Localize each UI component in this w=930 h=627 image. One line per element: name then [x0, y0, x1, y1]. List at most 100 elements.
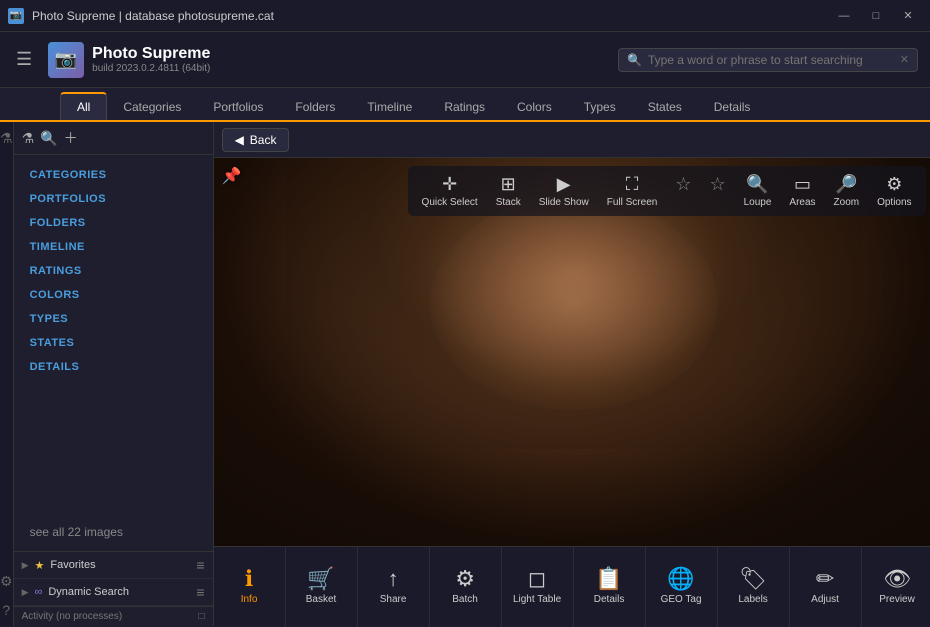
tab-categories[interactable]: Categories — [107, 94, 197, 120]
tab-states[interactable]: States — [632, 94, 698, 120]
sidebar-toolbar: ⚗ 🔍 ＋ — [14, 122, 213, 155]
options-tool[interactable]: ⚙ Options — [869, 170, 919, 212]
dynamic-search-link-icon: ∞ — [34, 586, 42, 598]
tab-portfolios[interactable]: Portfolios — [197, 94, 279, 120]
quick-select-tool[interactable]: ✛ Quick Select — [414, 170, 486, 212]
quick-select-label: Quick Select — [422, 197, 478, 208]
dynamic-search-menu-icon[interactable]: ≡ — [196, 584, 204, 600]
tab-timeline[interactable]: Timeline — [351, 94, 428, 120]
back-bar: ◀ Back — [214, 122, 930, 158]
fullscreen-icon: ⛶ — [626, 174, 639, 195]
preview-icon: 👁 — [883, 568, 911, 590]
sidebar-item-categories[interactable]: CATEGORIES — [14, 163, 213, 187]
preview-tool-button[interactable]: 👁 Preview — [862, 547, 930, 627]
sidebar-item-types[interactable]: TYPES — [14, 307, 213, 331]
tab-folders[interactable]: Folders — [279, 94, 351, 120]
stack-tool[interactable]: ⊞ Stack — [488, 170, 529, 212]
logo-icon: 📷 — [48, 42, 84, 78]
search-sidebar-button[interactable]: 🔍 — [40, 130, 57, 147]
light-table-icon: ◻ — [528, 568, 546, 590]
areas-tool[interactable]: ▭ Areas — [781, 170, 823, 212]
geo-tag-tool-button[interactable]: 🌐 GEO Tag — [646, 547, 718, 627]
minimize-button[interactable]: — — [830, 6, 858, 26]
rating1-icon: ☆ — [675, 174, 691, 195]
favorites-menu-icon[interactable]: ≡ — [196, 557, 204, 573]
filter-icon[interactable]: ⚗ — [0, 130, 13, 147]
sidebar: ⚗ 🔍 ＋ CATEGORIES PORTFOLIOS FOLDERS TIME… — [14, 122, 214, 626]
window-controls[interactable]: — □ ✕ — [830, 6, 922, 26]
favorites-label: Favorites — [50, 559, 95, 571]
rating2-icon: ☆ — [709, 174, 725, 195]
app-header: ☰ 📷 Photo Supreme build 2023.0.2.4811 (6… — [0, 32, 930, 88]
sidebar-item-colors[interactable]: COLORS — [14, 283, 213, 307]
back-label: Back — [250, 133, 277, 147]
title-bar: 📷 Photo Supreme | database photosupreme.… — [0, 0, 930, 32]
dynamic-search-item[interactable]: ▶ ∞ Dynamic Search ≡ — [14, 579, 213, 606]
left-icon-column: ⚗ ⚙ ? — [0, 122, 14, 626]
favorites-star-icon: ★ — [34, 559, 44, 572]
share-tool-button[interactable]: ↑ Share — [358, 547, 430, 627]
rating2-tool[interactable]: ☆ — [701, 170, 733, 212]
sidebar-item-states[interactable]: STATES — [14, 331, 213, 355]
portrait-image: 📌 ✛ Quick Select ⊞ Stack ▶ Slide Show — [214, 158, 930, 546]
add-button[interactable]: ＋ — [64, 128, 78, 148]
areas-icon: ▭ — [794, 174, 811, 195]
dynamic-search-label: Dynamic Search — [48, 586, 129, 598]
sidebar-item-details[interactable]: DETAILS — [14, 355, 213, 379]
tab-types[interactable]: Types — [568, 94, 632, 120]
window-title: Photo Supreme | database photosupreme.ca… — [32, 9, 274, 23]
sidebar-item-ratings[interactable]: RATINGS — [14, 259, 213, 283]
labels-tool-button[interactable]: 🏷 Labels — [718, 547, 790, 627]
tab-colors[interactable]: Colors — [501, 94, 568, 120]
share-icon: ↑ — [388, 568, 399, 590]
settings-icon[interactable]: ⚙ — [0, 573, 13, 590]
close-button[interactable]: ✕ — [894, 6, 922, 26]
sidebar-item-folders[interactable]: FOLDERS — [14, 211, 213, 235]
light-table-tool-button[interactable]: ◻ Light Table — [502, 547, 574, 627]
zoom-tool[interactable]: 🔎 Zoom — [826, 170, 868, 212]
fullscreen-tool[interactable]: ⛶ Full Screen — [599, 170, 666, 212]
search-clear-button[interactable]: ✕ — [900, 53, 909, 66]
sidebar-bottom: ▶ ★ Favorites ≡ ▶ ∞ Dynamic Search ≡ Act… — [14, 551, 213, 626]
search-input[interactable] — [648, 53, 894, 67]
preview-label: Preview — [879, 594, 915, 606]
tab-details[interactable]: Details — [698, 94, 767, 120]
adjust-label: Adjust — [811, 594, 839, 606]
help-icon[interactable]: ? — [2, 602, 10, 618]
batch-tool-button[interactable]: ⚙ Batch — [430, 547, 502, 627]
back-button[interactable]: ◀ Back — [222, 128, 290, 152]
hamburger-button[interactable]: ☰ — [12, 45, 36, 74]
adjust-tool-button[interactable]: ✏ Adjust — [790, 547, 862, 627]
favorites-item[interactable]: ▶ ★ Favorites ≡ — [14, 552, 213, 579]
sidebar-items: CATEGORIES PORTFOLIOS FOLDERS TIMELINE R… — [14, 155, 213, 513]
details-tool-button[interactable]: 📋 Details — [574, 547, 646, 627]
pin-button[interactable]: 📌 — [222, 166, 242, 186]
basket-tool-button[interactable]: 🛒 Basket — [286, 547, 358, 627]
tab-all[interactable]: All — [60, 92, 107, 120]
options-label: Options — [877, 197, 911, 208]
app-build: build 2023.0.2.4811 (64bit) — [92, 63, 210, 74]
details-label: Details — [594, 594, 625, 606]
see-all-link[interactable]: see all 22 images — [14, 513, 213, 551]
stack-label: Stack — [496, 197, 521, 208]
basket-icon: 🛒 — [307, 568, 334, 590]
sidebar-item-timeline[interactable]: TIMELINE — [14, 235, 213, 259]
areas-label: Areas — [789, 197, 815, 208]
sidebar-item-portfolios[interactable]: PORTFOLIOS — [14, 187, 213, 211]
search-icon: 🔍 — [627, 53, 642, 67]
search-bar[interactable]: 🔍 ✕ — [618, 48, 918, 72]
info-label: Info — [241, 594, 258, 606]
maximize-button[interactable]: □ — [862, 6, 890, 26]
slideshow-tool[interactable]: ▶ Slide Show — [531, 170, 597, 212]
loupe-label: Loupe — [744, 197, 772, 208]
floating-toolbar: ✛ Quick Select ⊞ Stack ▶ Slide Show ⛶ Fu… — [408, 166, 926, 216]
basket-label: Basket — [306, 594, 337, 606]
loupe-tool[interactable]: 🔍 Loupe — [736, 170, 780, 212]
tab-ratings[interactable]: Ratings — [428, 94, 501, 120]
slideshow-label: Slide Show — [539, 197, 589, 208]
filter-button[interactable]: ⚗ — [22, 130, 35, 147]
rating1-tool[interactable]: ☆ — [667, 170, 699, 212]
labels-label: Labels — [738, 594, 767, 606]
loupe-icon: 🔍 — [746, 174, 768, 195]
info-tool-button[interactable]: ℹ Info — [214, 547, 286, 627]
